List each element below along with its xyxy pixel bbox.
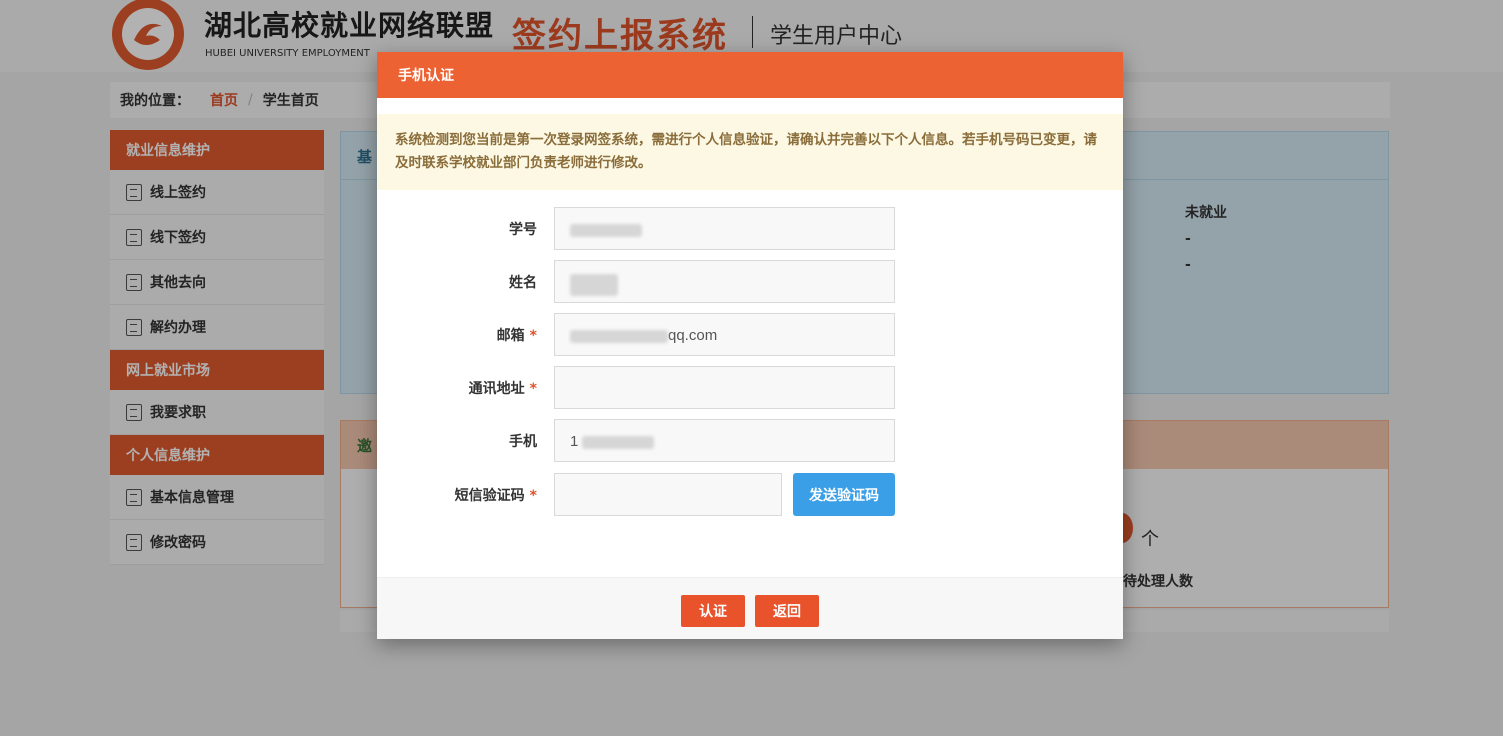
- required-mark: *: [529, 381, 537, 397]
- phone-value: 1: [570, 433, 655, 450]
- email-label: 邮箱 *: [496, 328, 537, 344]
- address-field[interactable]: [554, 366, 895, 409]
- student-id-label: 学号: [509, 222, 537, 238]
- email-row: 邮箱 * qq.com: [377, 313, 1123, 357]
- sms-code-row: 短信验证码 * 发送验证码: [377, 473, 1123, 517]
- address-label: 通讯地址 *: [468, 381, 537, 397]
- phone-prefix: 1: [570, 433, 579, 450]
- email-domain: qq.com: [668, 327, 718, 344]
- modal-title: 手机认证: [377, 52, 1123, 98]
- back-button[interactable]: 返回: [755, 595, 819, 627]
- sms-code-label: 短信验证码 *: [454, 488, 537, 504]
- modal-footer: 认证 返回: [377, 577, 1123, 639]
- first-login-notice: 系统检测到您当前是第一次登录网签系统，需进行个人信息验证，请确认并完善以下个人信…: [377, 114, 1123, 190]
- student-id-value-redacted: [570, 221, 642, 238]
- email-value: qq.com: [570, 327, 717, 344]
- name-row: 姓名: [377, 260, 1123, 304]
- send-code-button[interactable]: 发送验证码: [793, 473, 895, 516]
- required-mark: *: [529, 328, 537, 344]
- phone-verification-modal: 手机认证 系统检测到您当前是第一次登录网签系统，需进行个人信息验证，请确认并完善…: [377, 52, 1123, 639]
- sms-code-field[interactable]: [554, 473, 782, 516]
- phone-field[interactable]: 1: [554, 419, 895, 462]
- required-mark: *: [529, 488, 537, 504]
- address-row: 通讯地址 *: [377, 366, 1123, 410]
- email-field[interactable]: qq.com: [554, 313, 895, 356]
- name-label: 姓名: [509, 275, 537, 291]
- student-id-field[interactable]: [554, 207, 895, 250]
- name-value-redacted: [570, 274, 618, 296]
- student-id-row: 学号: [377, 207, 1123, 251]
- phone-label: 手机: [509, 434, 537, 450]
- name-field[interactable]: [554, 260, 895, 303]
- phone-row: 手机 1: [377, 419, 1123, 463]
- verify-button[interactable]: 认证: [681, 595, 745, 627]
